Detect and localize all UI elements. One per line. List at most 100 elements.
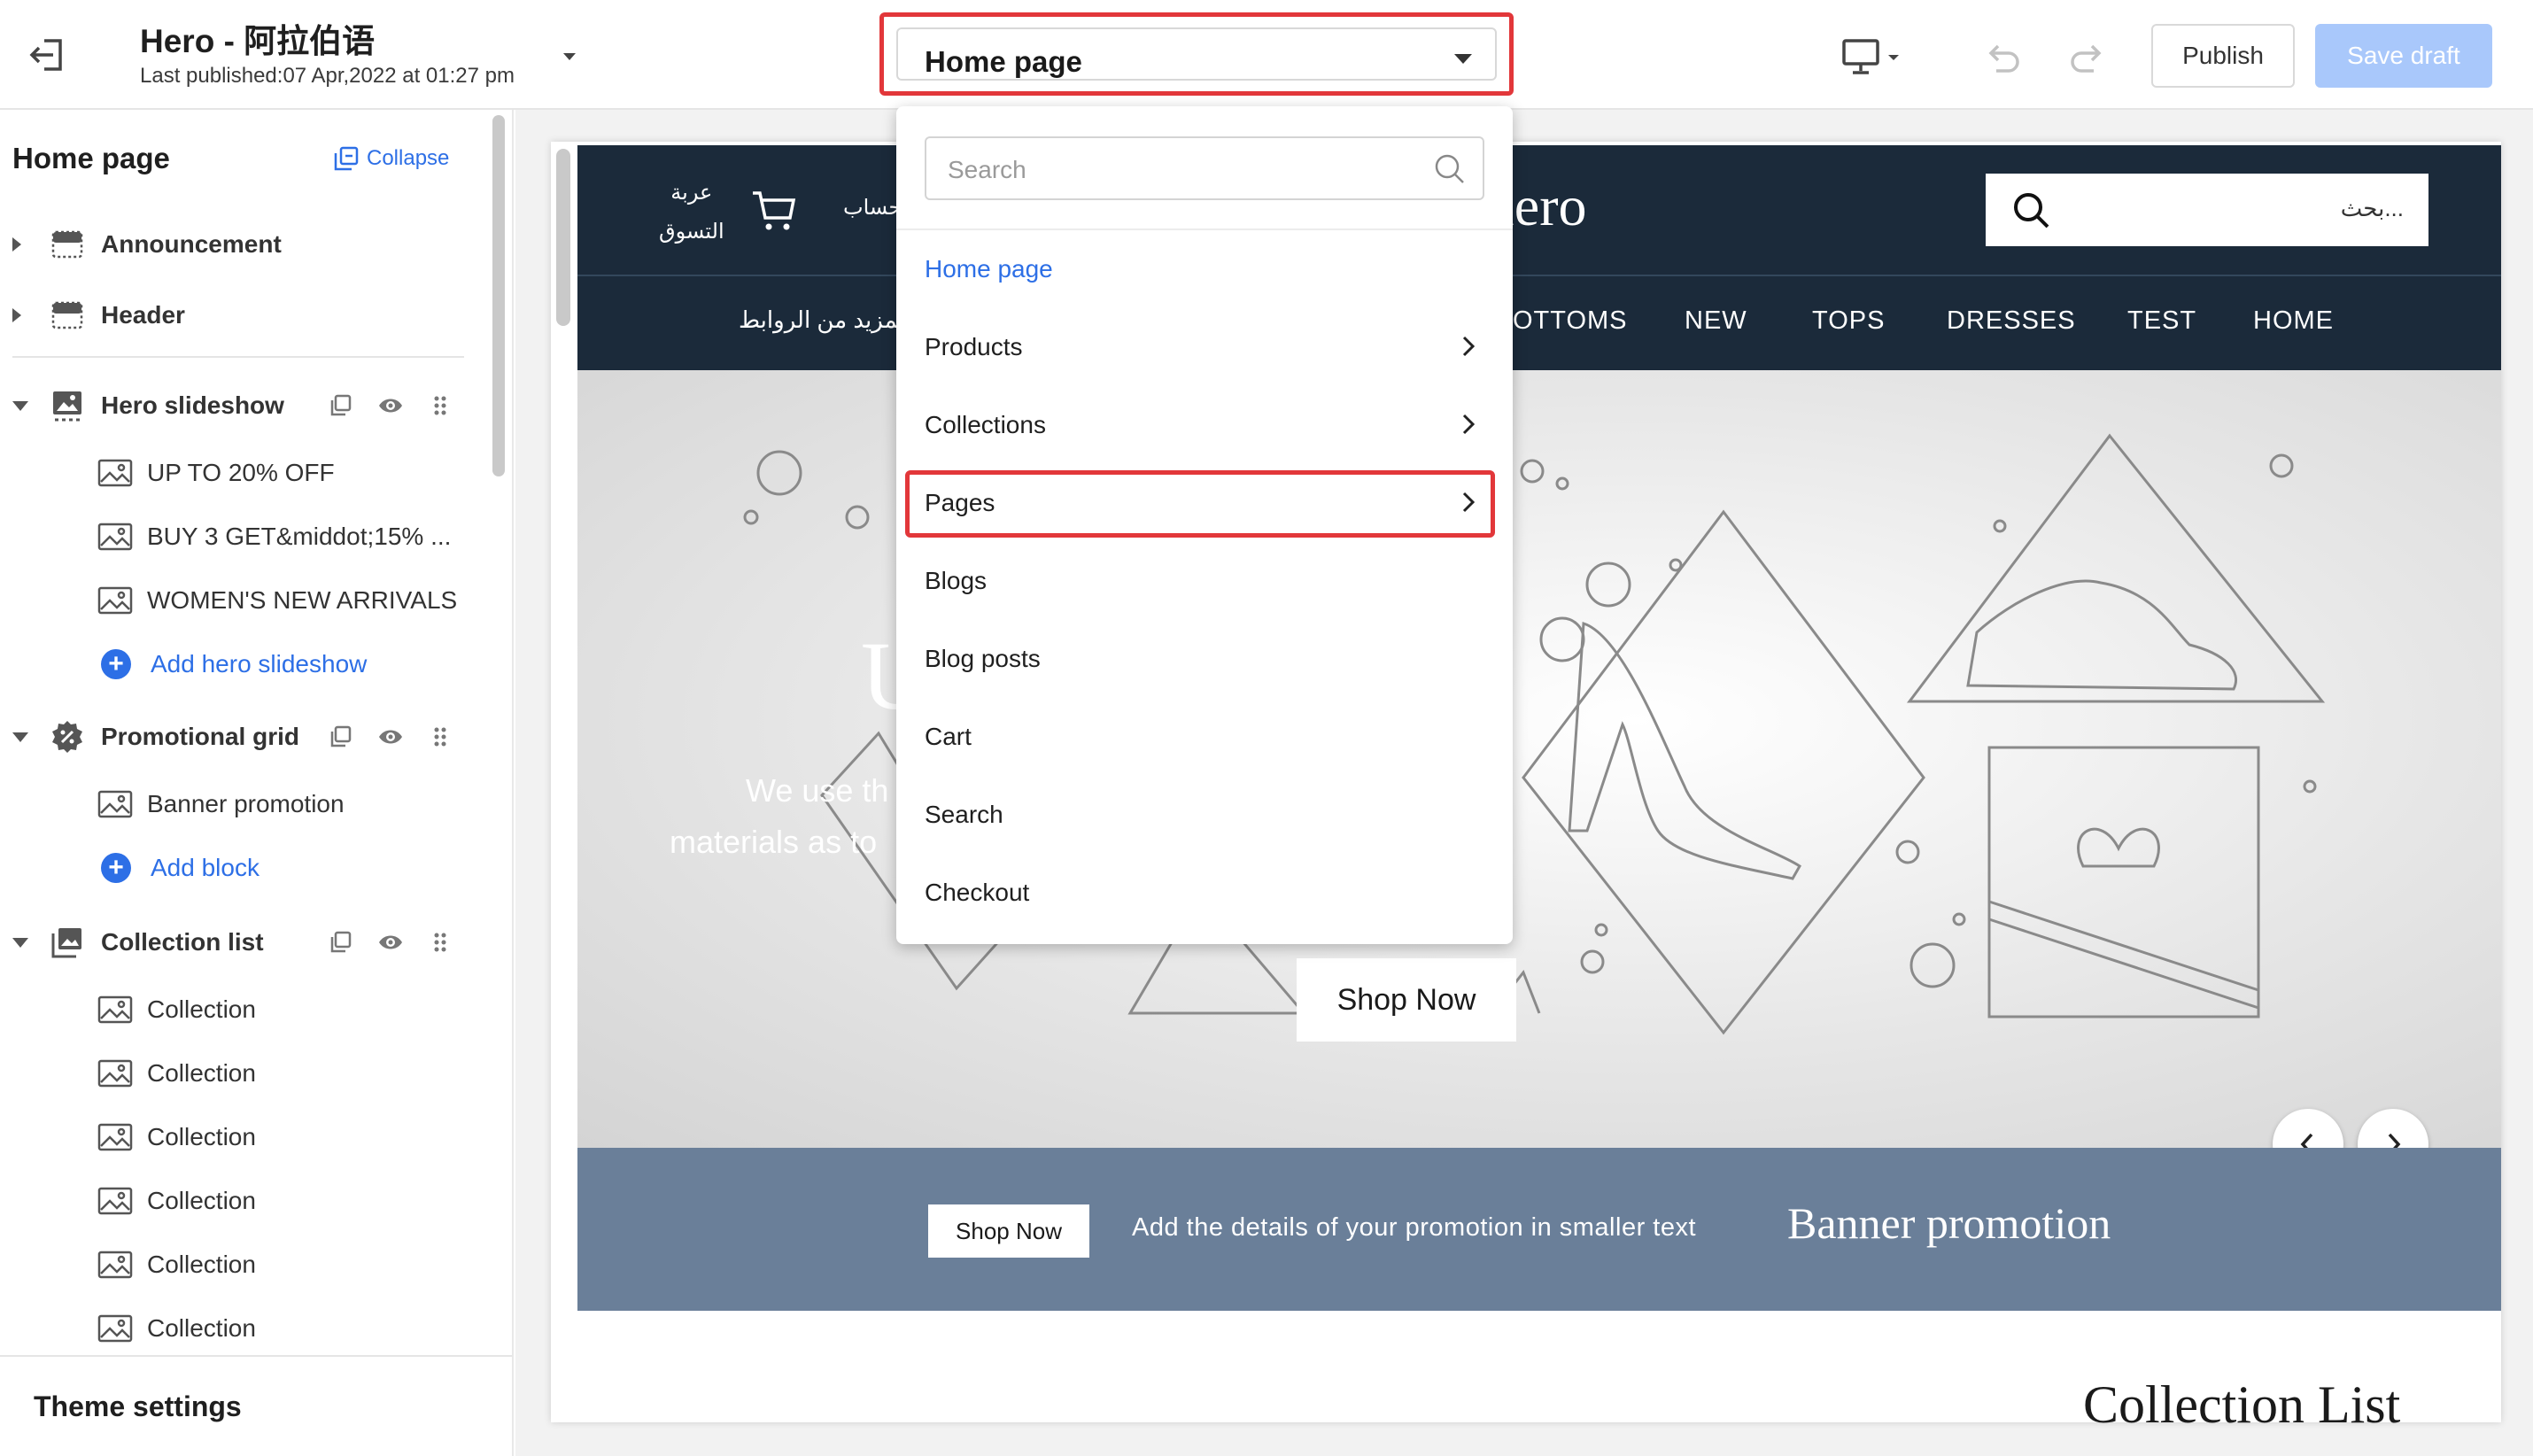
block-item[interactable]: Collection — [0, 1242, 478, 1288]
duplicate-icon[interactable] — [328, 392, 354, 419]
section-label: Promotional grid — [101, 723, 299, 750]
promo-shop-now-button[interactable]: Shop Now — [928, 1204, 1089, 1258]
nav-more-links[interactable]: المزيد من الروابط — [739, 306, 911, 334]
last-published-text: Last published:07 Apr,2022 at 01:27 pm — [140, 64, 515, 88]
nav-item[interactable]: TEST — [2127, 306, 2196, 336]
block-item[interactable]: Collection — [0, 1305, 478, 1351]
page-selector-value: Home page — [925, 45, 1082, 78]
save-draft-button[interactable]: Save draft — [2315, 24, 2492, 88]
exit-icon[interactable] — [27, 34, 69, 76]
menu-item-products[interactable]: Products — [925, 333, 1023, 361]
image-block-icon — [97, 1123, 133, 1151]
page-selector-highlight: Home page — [879, 12, 1514, 96]
block-label: Banner promotion — [147, 790, 345, 817]
redo-icon[interactable] — [2069, 39, 2106, 74]
block-item[interactable]: UP TO 20% OFF — [0, 450, 478, 496]
eye-icon[interactable] — [377, 929, 404, 956]
theme-settings-button[interactable]: Theme settings — [0, 1355, 512, 1456]
chevron-right-icon — [1462, 336, 1476, 357]
menu-item-collections[interactable]: Collections — [925, 411, 1046, 439]
account-link[interactable]: حساب — [843, 195, 902, 221]
chevron-down-icon[interactable] — [12, 732, 28, 742]
drag-handle-icon[interactable] — [427, 724, 453, 750]
block-item[interactable]: Collection — [0, 1114, 478, 1160]
chevron-down-icon[interactable] — [12, 400, 28, 411]
nav-item[interactable]: TOPS — [1812, 306, 1885, 336]
block-item[interactable]: Banner promotion — [0, 781, 478, 827]
cart-icon[interactable] — [751, 188, 797, 234]
image-block-icon — [97, 523, 133, 551]
sidebar-scrollbar[interactable] — [492, 115, 505, 476]
block-item[interactable]: BUY 3 GET&middot;15% ... — [0, 514, 478, 560]
announcement-section-icon — [51, 230, 83, 259]
cart-label-line1: عربة — [670, 181, 713, 205]
add-hero-slideshow-button[interactable]: + Add hero slideshow — [0, 641, 478, 687]
section-announcement[interactable]: Announcement — [0, 221, 478, 267]
eye-icon[interactable] — [377, 724, 404, 750]
menu-item-search[interactable]: Search — [925, 801, 1003, 829]
nav-item[interactable]: NEW — [1685, 306, 1747, 336]
section-hero-slideshow[interactable]: Hero slideshow — [0, 383, 478, 429]
menu-item-blogs[interactable]: Blogs — [925, 567, 987, 595]
block-label: Collection — [147, 1059, 256, 1087]
plus-icon: + — [101, 853, 131, 883]
top-bar: Hero - 阿拉伯语 Last published:07 Apr,2022 a… — [0, 0, 2533, 110]
duplicate-icon[interactable] — [328, 724, 354, 750]
section-label: Hero slideshow — [101, 391, 284, 419]
block-label: BUY 3 GET&middot;15% ... — [147, 523, 452, 550]
nav-item[interactable]: DRESSES — [1947, 306, 2076, 336]
chevron-right-icon[interactable] — [12, 308, 21, 322]
desktop-preview-icon[interactable] — [1842, 37, 1906, 76]
section-label: Announcement — [101, 230, 282, 258]
nav-item[interactable]: HOME — [2253, 306, 2334, 336]
hero-shop-now-button[interactable]: Shop Now — [1297, 958, 1516, 1042]
section-collection-list[interactable]: Collection list — [0, 919, 478, 965]
divider — [896, 228, 1513, 230]
chevron-right-icon[interactable] — [12, 237, 21, 252]
block-item[interactable]: WOMEN'S NEW ARRIVALS — [0, 577, 478, 623]
add-block-button[interactable]: + Add block — [0, 845, 478, 891]
plus-icon: + — [101, 649, 131, 679]
dropdown-search-placeholder: Search — [948, 156, 1026, 183]
block-item[interactable]: Collection — [0, 1178, 478, 1224]
menu-item-home-page[interactable]: Home page — [925, 255, 1053, 283]
menu-item-checkout[interactable]: Checkout — [925, 879, 1029, 907]
page-selector[interactable]: Home page — [896, 27, 1497, 81]
chevron-down-icon — [1454, 54, 1472, 64]
promo-description: Add the details of your promotion in sma… — [1132, 1213, 1697, 1242]
section-promotional-grid[interactable]: Promotional grid — [0, 714, 478, 760]
drag-handle-icon[interactable] — [427, 929, 453, 956]
image-block-icon — [97, 586, 133, 615]
theme-title-block[interactable]: Hero - 阿拉伯语 Last published:07 Apr,2022 a… — [140, 21, 515, 89]
image-block-icon — [97, 1059, 133, 1088]
chevron-down-icon[interactable] — [12, 937, 28, 948]
cart-label[interactable]: عربة التسوق — [659, 174, 724, 252]
undo-icon[interactable] — [1984, 39, 2021, 74]
image-block-icon — [97, 1251, 133, 1279]
drag-handle-icon[interactable] — [427, 392, 453, 419]
preview-scrollbar[interactable] — [556, 149, 570, 326]
section-header[interactable]: Header — [0, 292, 478, 338]
slideshow-section-icon — [53, 391, 81, 422]
header-section-icon — [51, 301, 83, 329]
block-item[interactable]: Collection — [0, 987, 478, 1033]
store-search-input[interactable]: بحث... — [1986, 174, 2428, 246]
menu-item-blog-posts[interactable]: Blog posts — [925, 645, 1041, 673]
publish-button[interactable]: Publish — [2151, 24, 2295, 88]
block-item[interactable]: Collection — [0, 1050, 478, 1096]
dropdown-search-input[interactable]: Search — [925, 136, 1484, 200]
add-label: Add block — [151, 854, 259, 881]
chevron-down-icon[interactable] — [563, 53, 576, 60]
image-block-icon — [97, 1314, 133, 1343]
nav-item[interactable]: OTTOMS — [1513, 306, 1628, 336]
collapse-icon — [334, 146, 359, 171]
menu-item-pages[interactable]: Pages — [925, 489, 995, 517]
image-block-icon — [97, 995, 133, 1024]
promotion-section-icon — [52, 721, 82, 753]
eye-icon[interactable] — [377, 392, 404, 419]
hero-subtext-line1: We use th — [746, 772, 889, 809]
duplicate-icon[interactable] — [328, 929, 354, 956]
collapse-button[interactable]: Collapse — [333, 145, 449, 172]
image-block-icon — [97, 1187, 133, 1215]
menu-item-cart[interactable]: Cart — [925, 723, 972, 751]
